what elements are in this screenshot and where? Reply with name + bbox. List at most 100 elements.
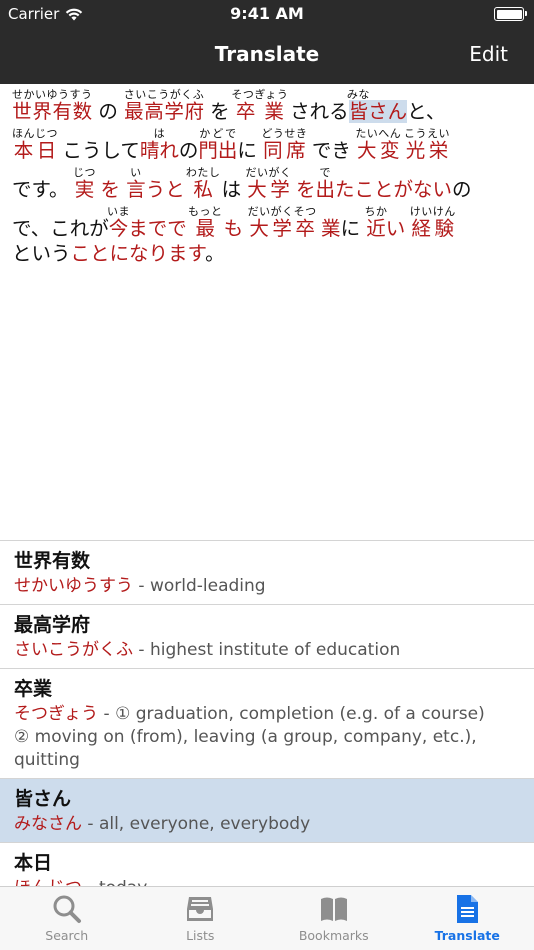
tab-lists[interactable]: Lists (134, 887, 268, 950)
definition-row[interactable]: 最高学府さいこうがくふ - highest institute of educa… (0, 605, 534, 669)
word-token[interactable]: たことがない (335, 178, 452, 201)
edit-button[interactable]: Edit (469, 42, 508, 66)
word-token[interactable]: も (217, 217, 249, 240)
furigana: ちか (364, 205, 388, 218)
text-segment: と、 (407, 100, 446, 123)
furigana: だいがく (245, 166, 292, 179)
furigana: かどで (198, 127, 238, 140)
tab-bookmarks[interactable]: Bookmarks (267, 887, 401, 950)
reading-text[interactable]: 世界有数せかいゆうすう の 最高学府さいこうがくふ を 卒業そつぎょう される皆… (12, 88, 526, 283)
definition-reading: せかいゆうすう (14, 576, 133, 596)
definition-meaning-extra: quitting (14, 750, 80, 770)
word-token[interactable]: 世界有数せかいゆうすう (12, 88, 93, 123)
top-bar: Carrier 9:41 AM Translate Edit (0, 0, 534, 84)
definition-word: 本日 (14, 852, 53, 874)
furigana: こうえい (404, 127, 451, 140)
word-token[interactable]: 門出かどで (198, 127, 238, 162)
text-line: です。 実じつ を 言いうと 私わたし は 大学だいがく を出でたことがないの (12, 166, 526, 205)
word-text: 門出 (198, 139, 238, 162)
word-token[interactable]: 業 (315, 217, 341, 240)
word-token[interactable]: うと (146, 178, 191, 201)
search-icon (53, 895, 81, 923)
word-text: 世界有数 (12, 100, 93, 123)
word-text: 今 (107, 217, 130, 240)
furigana: せかいゆうすう (12, 88, 93, 101)
furigana: いま (107, 205, 130, 218)
definition-word: 最高学府 (14, 614, 91, 636)
word-token[interactable]: さん (368, 100, 408, 123)
word-token[interactable]: 最もっと (188, 205, 222, 240)
word-token[interactable]: 大変たいへん (355, 127, 401, 162)
word-text: 出 (315, 178, 336, 201)
word-token[interactable]: 同席どうせき (261, 127, 308, 162)
furigana: ほんじつ (12, 127, 58, 140)
tab-translate-label: Translate (434, 928, 500, 943)
word-text: 経験 (409, 217, 456, 240)
word-text: 近 (364, 217, 388, 240)
definition-line: せかいゆうすう - world-leading (14, 575, 520, 598)
word-token[interactable]: 晴れは (140, 127, 179, 162)
word-token[interactable]: 今いま (107, 205, 130, 240)
furigana: みな (346, 88, 370, 101)
word-token[interactable]: 出で (315, 166, 336, 201)
word-token[interactable]: を (94, 178, 126, 201)
furigana: だいがくそつ (247, 205, 317, 218)
word-token[interactable]: を (290, 178, 316, 201)
furigana: たいへん (355, 127, 402, 140)
document-icon (457, 895, 479, 923)
word-token[interactable]: 大学だいがく (246, 166, 292, 201)
furigana: で (315, 166, 335, 179)
definition-row[interactable]: 皆さん みなさん - all, everyone, everybody (0, 779, 534, 843)
text-segment: の (178, 139, 199, 162)
furigana: そつぎょう (231, 88, 289, 101)
word-text: 同席 (261, 139, 308, 162)
text-segment: 。 (205, 242, 225, 265)
tab-lists-label: Lists (186, 928, 215, 943)
furigana: けいけん (409, 205, 456, 218)
word-token[interactable]: 大学卒だいがくそつ (248, 205, 317, 240)
word-token[interactable]: までで (128, 217, 193, 240)
word-token[interactable]: い (386, 217, 412, 240)
text-segment: に (237, 139, 264, 162)
page-title: Translate (214, 42, 320, 66)
text-segment: に (340, 217, 367, 240)
text-line: で、これが今いままでで 最もっと も 大学卒だいがくそつ 業に 近ちかい 経験け… (12, 205, 526, 244)
text-segment: でき (305, 139, 358, 162)
definition-meaning: - highest institute of education (133, 640, 401, 660)
definition-row[interactable]: 世界有数せかいゆうすう - world-leading (0, 541, 534, 605)
word-text: 光栄 (404, 139, 451, 162)
definition-word: 世界有数 (14, 550, 91, 572)
word-text: 実 (73, 178, 96, 201)
text-segment: です。 (12, 178, 75, 201)
battery-icon (494, 7, 527, 21)
definition-row[interactable]: 卒業 そつぎょう - ① graduation, completion (e.g.… (0, 669, 534, 779)
definition-line: さいこうがくふ - highest institute of education (14, 639, 520, 662)
word-token[interactable]: 言い (126, 166, 146, 201)
furigana: じつ (73, 166, 97, 179)
word-token[interactable]: 私わたし (186, 166, 220, 201)
word-token[interactable]: 本日ほんじつ (12, 127, 58, 162)
word-token[interactable]: 卒業そつぎょう (231, 88, 288, 123)
furigana: もっと (187, 205, 223, 218)
tab-bookmarks-label: Bookmarks (298, 928, 369, 943)
tab-search[interactable]: Search (0, 887, 134, 950)
word-token[interactable]: 近ちか (364, 205, 388, 240)
word-text: 言 (126, 178, 146, 201)
book-icon (320, 897, 347, 921)
definition-meaning-extra: ② moving on (from), leaving (a group, co… (14, 727, 477, 747)
definition-reading: そつぎょう (14, 704, 99, 724)
word-token[interactable]: 光栄こうえい (404, 127, 451, 162)
tab-translate[interactable]: Translate (401, 887, 534, 950)
word-token[interactable]: 皆みな (347, 88, 370, 123)
text-segment: は (215, 178, 248, 201)
word-token[interactable]: 最高学府さいこうがくふ (124, 88, 204, 123)
furigana: さいこうがくふ (123, 88, 205, 101)
text-segment: の (452, 178, 472, 201)
text-segment: こうして (56, 139, 140, 162)
furigana: は (139, 127, 179, 140)
definition-reading: みなさん (14, 814, 82, 834)
word-token[interactable]: 実じつ (73, 166, 96, 201)
word-token[interactable]: 経験けいけん (409, 205, 456, 240)
text-line: 世界有数せかいゆうすう の 最高学府さいこうがくふ を 卒業そつぎょう される皆… (12, 88, 526, 127)
word-token[interactable]: ことになります (71, 242, 206, 265)
